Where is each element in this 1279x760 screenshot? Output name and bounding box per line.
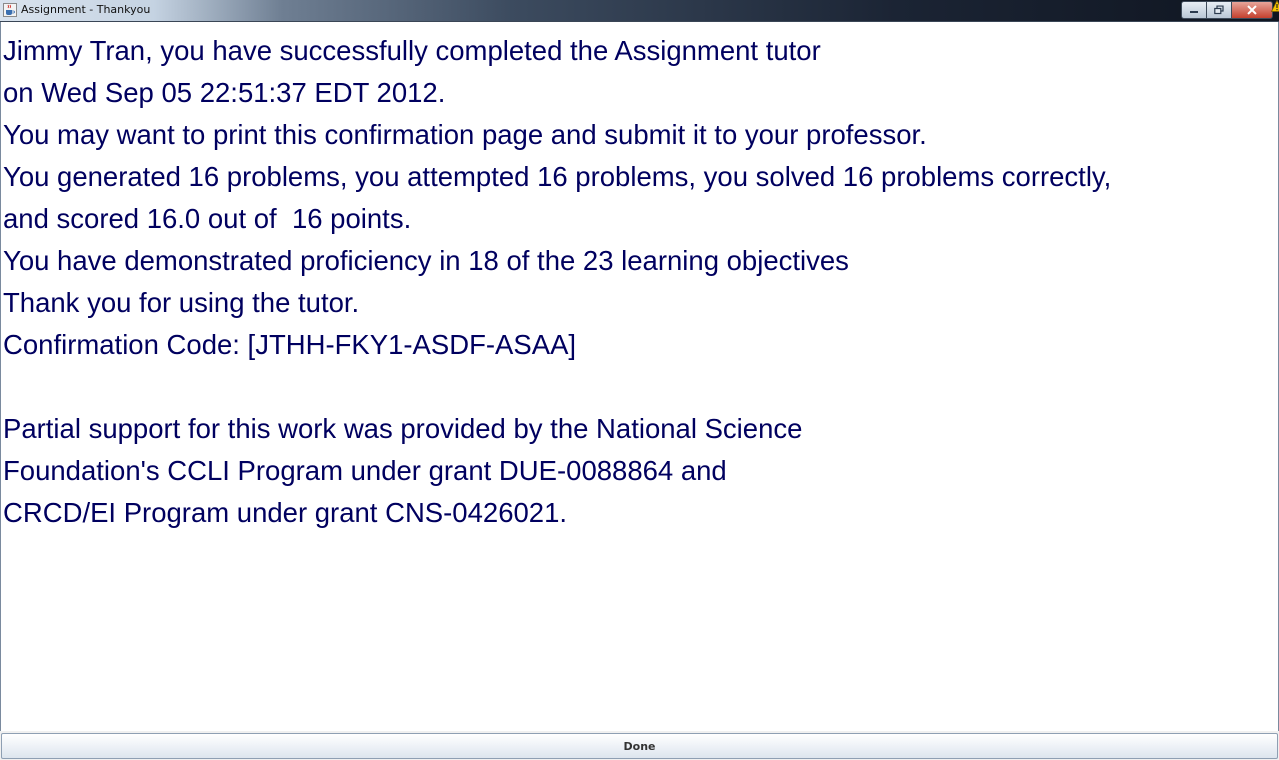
message-line: and scored 16.0 out of 16 points. — [3, 203, 412, 234]
done-button[interactable]: Done — [1, 733, 1278, 759]
close-icon — [1247, 5, 1257, 15]
window-controls — [1181, 0, 1273, 19]
funding-note-line: CRCD/EI Program under grant CNS-0426021. — [3, 497, 568, 528]
confirmation-panel: Jimmy Tran, you have successfully comple… — [0, 22, 1279, 731]
funding-note-line: Foundation's CCLI Program under grant DU… — [3, 455, 727, 486]
window-title: Assignment - Thankyou — [21, 3, 151, 16]
maximize-button[interactable] — [1207, 1, 1232, 19]
close-button[interactable] — [1232, 1, 1273, 19]
maximize-icon — [1214, 5, 1224, 15]
message-line: Thank you for using the tutor. — [3, 287, 360, 318]
button-bar: Done — [0, 731, 1279, 760]
confirmation-message: Jimmy Tran, you have successfully comple… — [3, 30, 1277, 534]
title-bar[interactable]: Assignment - Thankyou — [0, 0, 1279, 22]
funding-note-line: Partial support for this work was provid… — [3, 413, 803, 444]
minimize-icon — [1190, 11, 1198, 13]
warning-icon — [1271, 0, 1279, 12]
java-cup-icon — [3, 3, 17, 17]
message-line: on Wed Sep 05 22:51:37 EDT 2012. — [3, 77, 446, 108]
message-line: You may want to print this confirmation … — [3, 119, 927, 150]
minimize-button[interactable] — [1181, 1, 1207, 19]
message-line: You generated 16 problems, you attempted… — [3, 161, 1112, 192]
tutor-window: Assignment - Thankyou Jimmy Tran, you ha… — [0, 0, 1279, 760]
confirmation-code: Confirmation Code: [JTHH-FKY1-ASDF-ASAA] — [3, 329, 577, 360]
message-line: Jimmy Tran, you have successfully comple… — [3, 35, 821, 66]
message-line: You have demonstrated proficiency in 18 … — [3, 245, 849, 276]
